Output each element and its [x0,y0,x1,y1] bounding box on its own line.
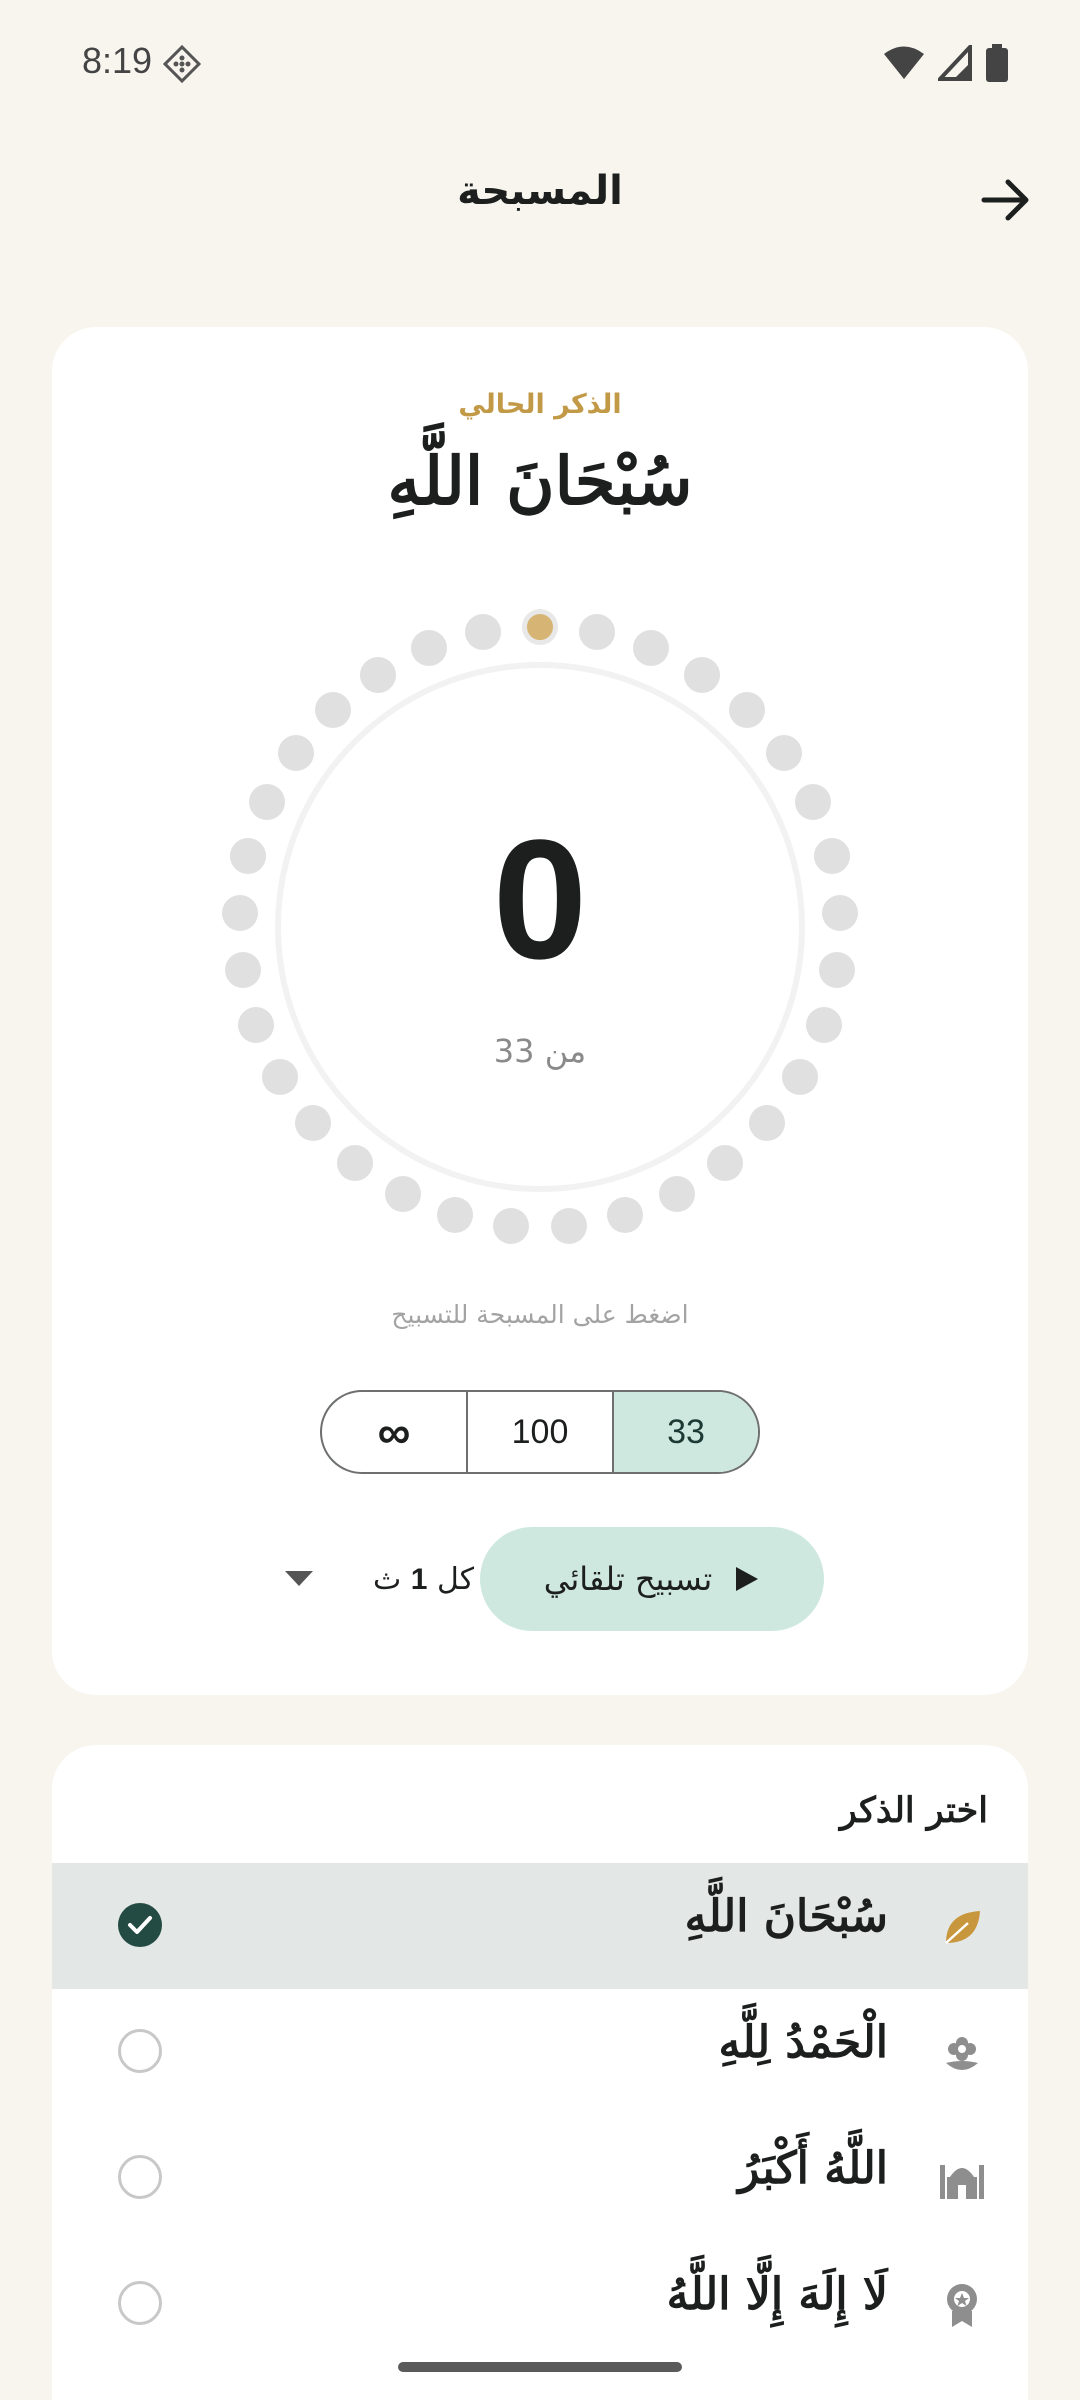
current-dhikr-caption: الذكر الحالي [458,389,622,420]
auto-tasbih-button[interactable]: تسبيح تلقائي [480,1527,824,1631]
bead [766,734,803,771]
bead [262,1059,299,1095]
dhikr-item-text: سُبْحَانَ اللَّهِ [684,1891,888,1942]
battery-icon [986,44,1008,82]
bead [314,691,351,728]
tap-hint: اضغط على المسبحة للتسبيح [391,1300,689,1329]
flower-icon [946,2037,978,2070]
radio-unchecked[interactable] [118,2281,162,2325]
bead [493,1207,530,1244]
bead [359,656,396,693]
dhikr-item-text: اللَّهُ أَكْبَرُ [738,2143,888,2194]
bead [465,614,502,651]
counter-card: الذكر الحالي سُبْحَانَ اللَّهِ 0 من 33 ا… [52,327,1028,1695]
radio-unchecked[interactable] [118,2155,162,2199]
interval-unit: ث [372,1561,402,1597]
bead [606,1196,643,1233]
signal-icon [938,45,972,81]
bead [295,1105,332,1142]
status-time: 8:19 [82,40,153,81]
bead [384,1175,421,1212]
interval-prefix: كل [436,1561,474,1597]
bead [794,784,831,821]
dhikr-item-tahlil[interactable]: لَا إِلَهَ إِلَّا اللَّهُ [52,2241,1028,2367]
dhikr-item-alhamdulillah[interactable]: الْحَمْدُ لِلَّهِ [52,1989,1028,2115]
bead [729,691,766,728]
play-icon [736,1567,759,1591]
bead [277,734,314,771]
chevron-down-icon [284,1571,313,1586]
dhikr-list-title: اختر الذكر [839,1790,988,1831]
target-option-33[interactable]: 33 [612,1392,758,1472]
home-indicator[interactable] [398,2362,682,2372]
status-icons [884,44,1008,82]
bead [818,951,855,988]
bead [633,630,670,667]
bead [748,1105,785,1142]
interval-value: 1 [410,1562,428,1596]
dhikr-item-text: لَا إِلَهَ إِلَّا اللَّهُ [666,2269,888,2320]
radio-checked[interactable] [118,1903,162,1947]
mosque-icon [940,2165,984,2199]
bead [225,951,262,988]
target-option-infinite[interactable]: ∞ [322,1392,466,1472]
bead-active [522,609,558,645]
bead [336,1144,373,1181]
radio-unchecked[interactable] [118,2029,162,2073]
bead [437,1196,474,1233]
count-target: من 33 [493,1032,587,1070]
target-option-100[interactable]: 100 [466,1392,612,1472]
bead [813,838,850,875]
page-title: المسبحة [457,168,623,214]
bead [410,630,447,667]
bead [222,894,259,931]
interval-text: كل 1 ث [373,1562,474,1597]
leaf-icon [945,1911,980,1944]
count-value: 0 [492,805,588,995]
interval-select[interactable]: كل 1 ث [264,1549,474,1609]
bead [578,614,615,651]
bead [707,1144,744,1181]
bead [659,1175,696,1212]
tasbih-beads[interactable]: 0 من 33 [220,607,860,1247]
current-dhikr-text: سُبْحَانَ اللَّهِ [387,442,693,520]
auto-tasbih-label: تسبيح تلقائي [543,1560,713,1598]
dhikr-item-subhanallah[interactable]: سُبْحَانَ اللَّهِ [52,1863,1028,1989]
bead [781,1059,818,1095]
bead [550,1207,587,1244]
check-icon [128,1916,152,1934]
dhikr-item-text: الْحَمْدُ لِلَّهِ [718,2017,888,2068]
app-bar: المسبحة [0,150,1080,250]
bead [821,894,858,931]
arrow-right-icon[interactable] [974,168,1038,232]
bead [805,1007,842,1044]
target-toggle: 33 100 ∞ [320,1390,760,1474]
dhikr-list-card: اختر الذكر سُبْحَانَ اللَّهِ الْحَمْدُ ل… [52,1745,1028,2400]
dhikr-item-allahuakbar[interactable]: اللَّهُ أَكْبَرُ [52,2115,1028,2241]
bead [684,656,721,693]
wifi-icon [884,46,924,79]
medal-icon [947,2284,977,2327]
diamond-pattern-icon [162,44,202,84]
status-bar: 8:19 [0,0,1080,128]
